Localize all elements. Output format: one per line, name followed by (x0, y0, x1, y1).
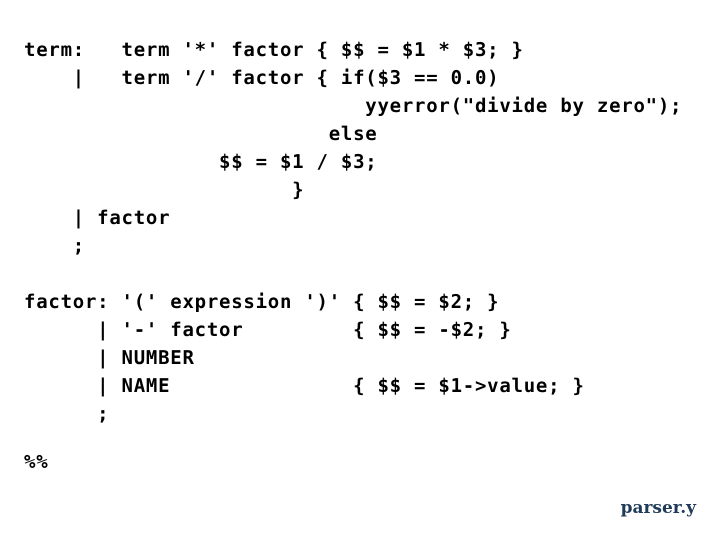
code-line: else (24, 123, 378, 145)
code-line: | NAME { $$ = $1->value; } (24, 375, 585, 397)
code-line: | term '/' factor { if($3 == 0.0) (24, 67, 500, 89)
code-line: factor: '(' expression ')' { $$ = $2; } (24, 291, 500, 313)
code-line: } (24, 179, 305, 201)
slide-canvas: term: term '*' factor { $$ = $1 * $3; } … (0, 0, 720, 540)
code-line: | NUMBER (24, 347, 195, 369)
footer-filename-label: parser.y (620, 498, 696, 518)
code-line: | '-' factor { $$ = -$2; } (24, 319, 512, 341)
code-line: | factor (24, 207, 171, 229)
section-marker-line: %% (24, 451, 49, 473)
grammar-code-block: term: term '*' factor { $$ = $1 * $3; } … (24, 36, 714, 428)
code-line: term: term '*' factor { $$ = $1 * $3; } (24, 39, 524, 61)
code-line: ; (24, 235, 85, 257)
code-line: $$ = $1 / $3; (24, 151, 378, 173)
code-line: yyerror("divide by zero"); (24, 95, 683, 117)
code-line: ; (24, 403, 110, 425)
section-marker-block: %% (24, 448, 48, 476)
